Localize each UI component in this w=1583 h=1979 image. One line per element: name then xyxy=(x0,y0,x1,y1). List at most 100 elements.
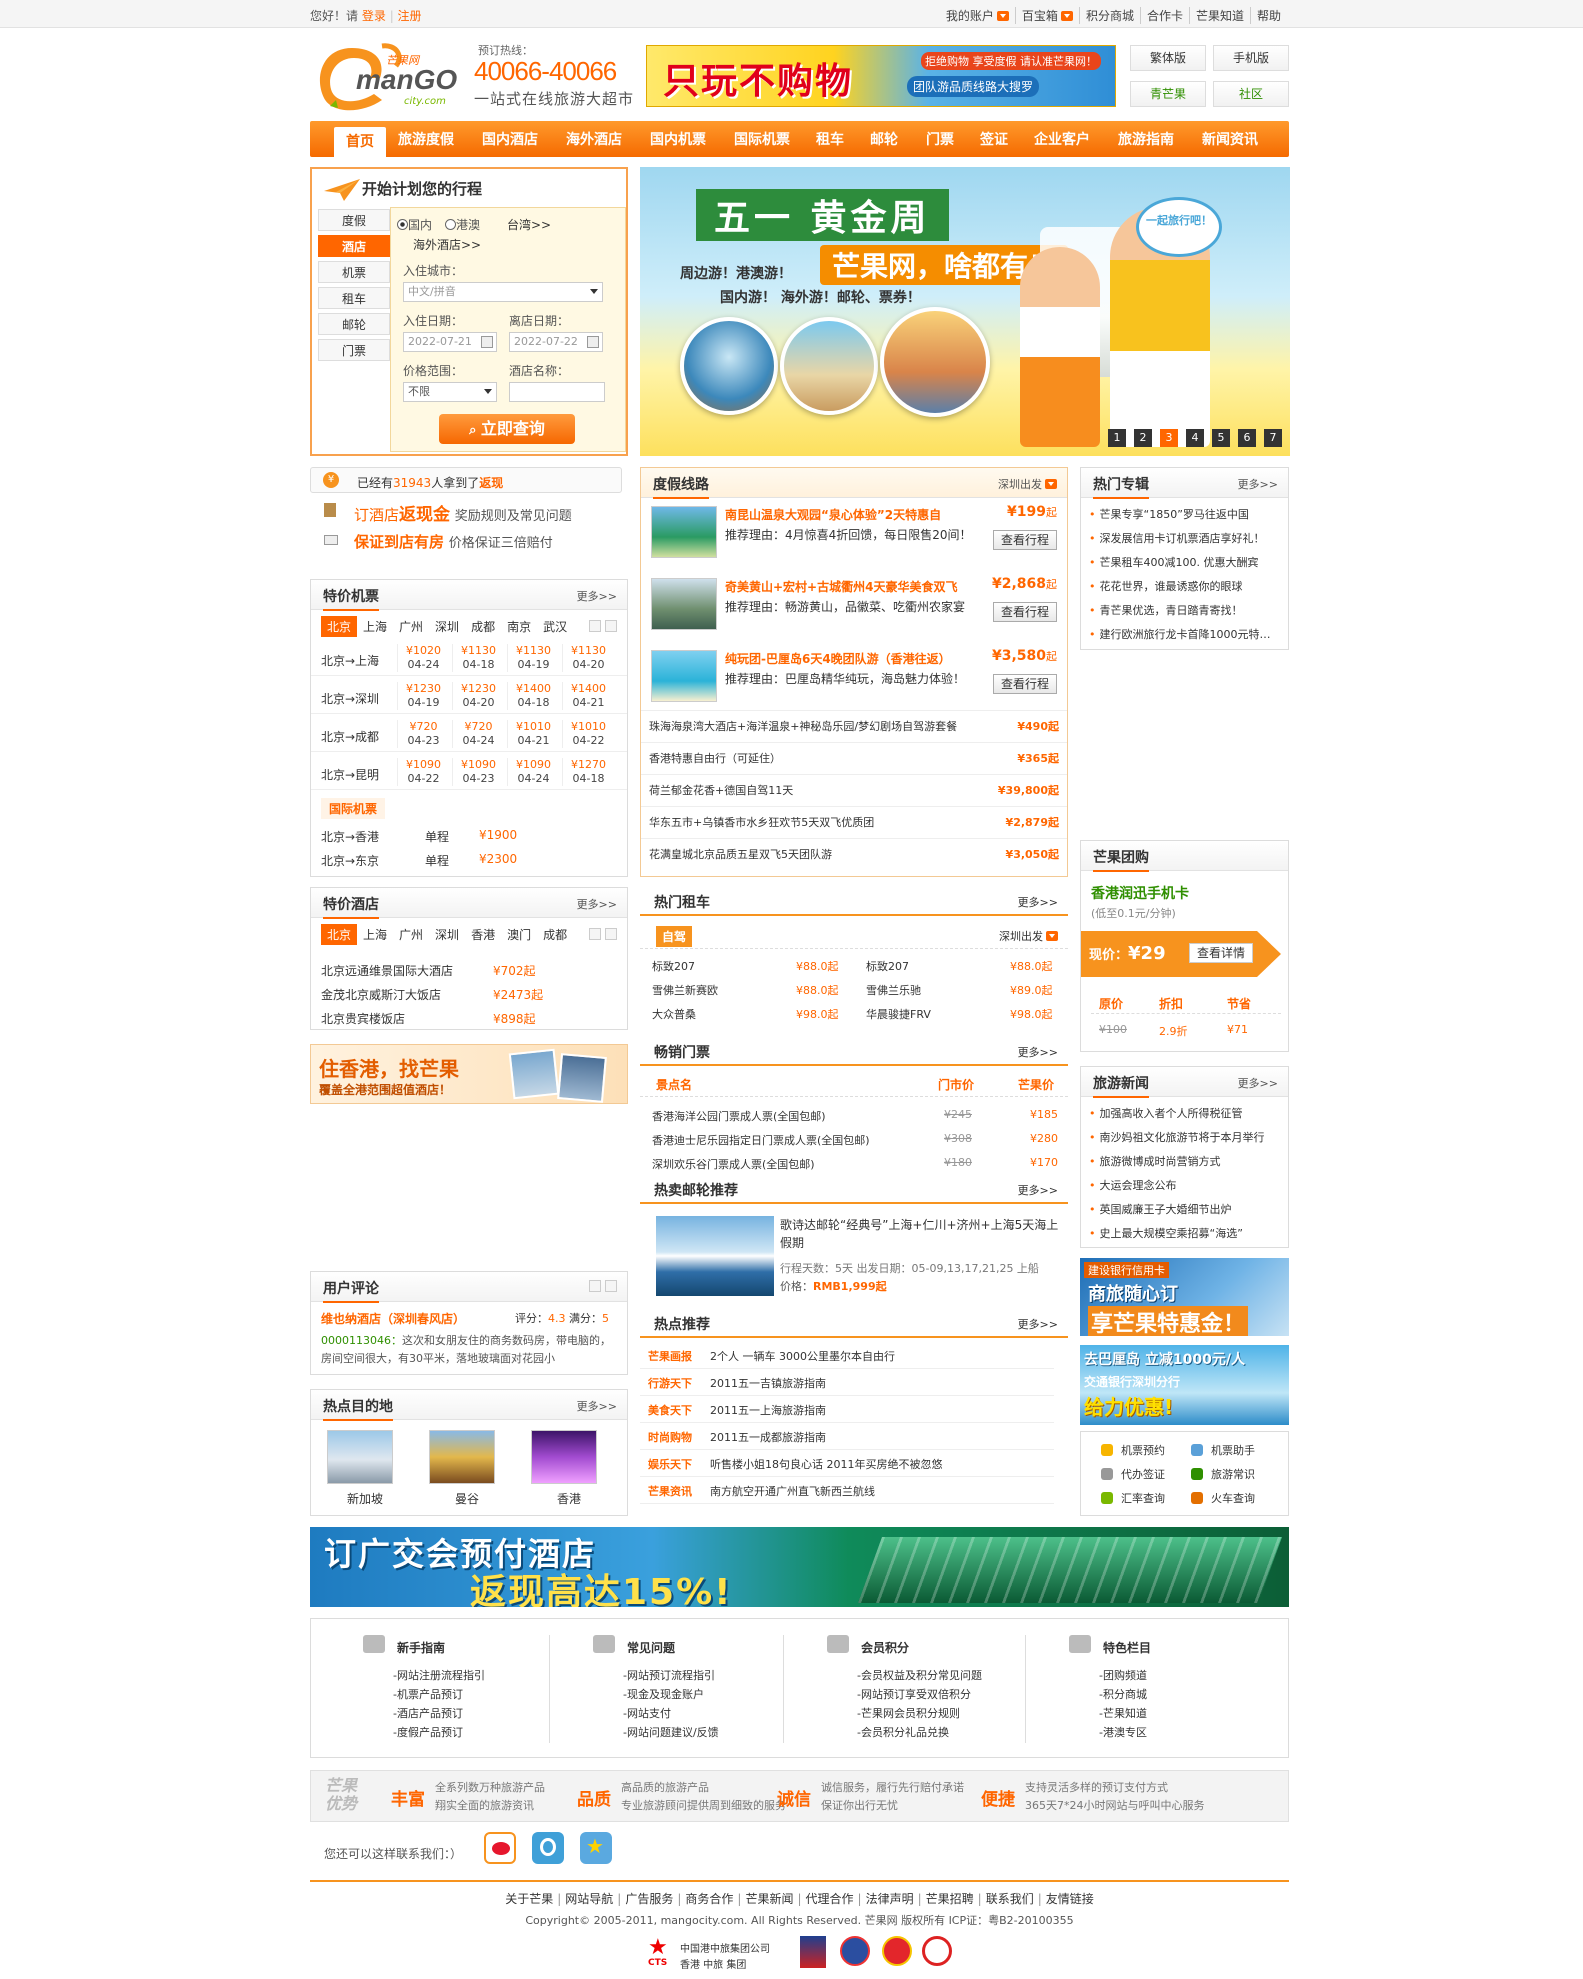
prev-arrow-icon[interactable] xyxy=(589,1280,601,1292)
city-tab[interactable]: 深圳 xyxy=(429,616,465,637)
nav-domestic-hotel[interactable]: 国内酒店 xyxy=(482,121,538,157)
flight-fare[interactable]: ¥1270 04-18 xyxy=(562,758,614,786)
tool-link[interactable]: 旅游常识 xyxy=(1211,1466,1255,1482)
green-mango-button[interactable]: 青芒果 xyxy=(1130,81,1206,107)
news-item[interactable]: 南方航空开通广州直飞新西兰航线 xyxy=(710,1483,875,1499)
hero-banner[interactable]: 五一 黄金周 芒果网，啥都有！ 周边游！港澳游！ 国内游！ 海外游！邮轮、票券！… xyxy=(640,167,1290,456)
city-tab[interactable]: 深圳 xyxy=(429,924,465,945)
travel-news-item[interactable]: 英国威廉王子大婚细节出炉 xyxy=(1089,1201,1232,1217)
group-buy-product[interactable]: 香港润迅手机卡 xyxy=(1091,883,1189,903)
footer-link[interactable]: 关于芒果 xyxy=(505,1892,553,1906)
banner-page-2[interactable]: 2 xyxy=(1134,429,1152,447)
route-photo[interactable] xyxy=(651,650,717,702)
destination-label[interactable]: 新加坡 xyxy=(347,1490,383,1507)
hotel-row[interactable]: 金茂北京威斯汀大饭店 ¥2473起 xyxy=(321,986,543,1003)
flight-fare[interactable]: ¥1230 04-20 xyxy=(452,682,504,710)
travel-news-item[interactable]: 大运会理念公布 xyxy=(1089,1177,1177,1193)
special-item[interactable]: 芒果租车400减100. 优惠大酬宾 xyxy=(1089,554,1285,570)
news-tag[interactable]: 芒果画报 xyxy=(648,1348,692,1364)
travel-news-item[interactable]: 旅游微博成时尚营销方式 xyxy=(1089,1153,1221,1169)
taiwan-link[interactable]: 台湾>> xyxy=(507,216,551,233)
more-link[interactable]: 更多>> xyxy=(577,588,617,604)
flight-fare[interactable]: ¥1020 04-24 xyxy=(397,644,449,672)
help-link[interactable]: -网站预订流程指引 xyxy=(623,1667,715,1683)
site-logo[interactable]: 芒果网 manGO city.com xyxy=(312,38,462,116)
car-model[interactable]: 雪佛兰乐驰 xyxy=(866,982,921,998)
nav-visa[interactable]: 签证 xyxy=(980,121,1008,157)
checkin-date-input[interactable]: 2022-07-21 xyxy=(403,332,497,352)
special-item[interactable]: 建行欧洲旅行龙卡首降1000元特… xyxy=(1089,626,1285,642)
bali-discount-ad[interactable]: 去巴厘岛 立减1000元/人 交通银行深圳分行 给力优惠! xyxy=(1080,1345,1289,1425)
partner-card-link[interactable]: 合作卡 xyxy=(1139,7,1189,24)
city-tab[interactable]: 澳门 xyxy=(501,924,537,945)
flight-fare[interactable]: ¥1400 04-18 xyxy=(507,682,559,710)
search-submit-button[interactable]: ⌕ 立即查询 xyxy=(439,414,575,444)
city-tab[interactable]: 广州 xyxy=(393,924,429,945)
help-link[interactable]: -网站注册流程指引 xyxy=(393,1667,485,1683)
city-tab[interactable]: 武汉 xyxy=(537,616,573,637)
flight-fare[interactable]: ¥1130 04-19 xyxy=(507,644,559,672)
help-link[interactable]: -酒店产品预订 xyxy=(393,1705,463,1721)
community-button[interactable]: 社区 xyxy=(1213,81,1289,107)
city-tab[interactable]: 成都 xyxy=(537,924,573,945)
nav-intl-flight[interactable]: 国际机票 xyxy=(734,121,790,157)
view-itinerary-button[interactable]: 查看行程 xyxy=(993,674,1057,694)
footer-link[interactable]: 芒果新闻 xyxy=(745,1892,793,1906)
footer-link[interactable]: 网站导航 xyxy=(565,1892,613,1906)
cashback-rules-link[interactable]: 订酒店返现金 奖励规则及常见问题 xyxy=(354,500,572,525)
more-link[interactable]: 更多>> xyxy=(1018,894,1058,910)
special-item[interactable]: 深发展信用卡订机票酒店享好礼！ xyxy=(1089,530,1285,546)
footer-link[interactable]: 法律声明 xyxy=(866,1892,914,1906)
canton-fair-hotel-ad[interactable]: 订广交会预付酒店 返现高达15%! xyxy=(310,1527,1289,1607)
prev-arrow-icon[interactable] xyxy=(589,928,601,940)
nav-news[interactable]: 新闻资讯 xyxy=(1202,121,1258,157)
mango-know-link[interactable]: 芒果知道 xyxy=(1188,7,1250,24)
help-link[interactable]: 帮助 xyxy=(1249,7,1287,24)
search-tab-cruise[interactable]: 邮轮 xyxy=(318,313,390,335)
hongkong-photo[interactable] xyxy=(531,1430,597,1484)
flight-fare[interactable]: ¥1010 04-21 xyxy=(507,720,559,748)
more-link[interactable]: 更多>> xyxy=(577,1398,617,1414)
bangkok-photo[interactable] xyxy=(429,1430,495,1484)
footer-link[interactable]: 友情链接 xyxy=(1046,1892,1094,1906)
my-account-link[interactable]: 我的账户 xyxy=(940,7,1015,24)
review-hotel-name[interactable]: 维也纳酒店（深圳春风店） xyxy=(321,1310,465,1327)
hotel-name-input[interactable] xyxy=(509,382,605,402)
banner-page-5[interactable]: 5 xyxy=(1212,429,1230,447)
next-arrow-icon[interactable] xyxy=(605,1280,617,1292)
special-item[interactable]: 芒果专享“1850”罗马往返中国 xyxy=(1089,506,1285,522)
singapore-photo[interactable] xyxy=(327,1430,393,1484)
car-model[interactable]: 华晨骏捷FRV xyxy=(866,1006,931,1022)
nav-overseas-hotel[interactable]: 海外酒店 xyxy=(566,121,622,157)
destination-label[interactable]: 曼谷 xyxy=(455,1490,479,1507)
login-link[interactable]: 登录 xyxy=(362,9,386,23)
news-item[interactable]: 2011五一成都旅游指南 xyxy=(710,1429,826,1445)
register-link[interactable]: 注册 xyxy=(398,9,422,23)
help-link[interactable]: -度假产品预订 xyxy=(393,1724,463,1740)
news-tag[interactable]: 美食天下 xyxy=(648,1402,692,1418)
route-photo[interactable] xyxy=(651,578,717,630)
help-link[interactable]: -网站支付 xyxy=(623,1705,671,1721)
more-link[interactable]: 更多>> xyxy=(577,896,617,912)
car-model[interactable]: 标致207 xyxy=(866,958,909,974)
city-tab[interactable]: 上海 xyxy=(357,924,393,945)
more-link[interactable]: 更多>> xyxy=(1018,1044,1058,1060)
search-tab-ticket[interactable]: 门票 xyxy=(318,339,390,361)
cruise-ship-photo[interactable] xyxy=(656,1216,774,1296)
more-link[interactable]: 更多>> xyxy=(1018,1182,1058,1198)
search-tab-flight[interactable]: 机票 xyxy=(318,261,390,283)
help-link[interactable]: -会员积分礼品兑换 xyxy=(857,1724,949,1740)
hotel-row[interactable]: 北京贵宾楼饭店 ¥898起 xyxy=(321,1010,536,1027)
toolbox-link[interactable]: 百宝箱 xyxy=(1014,7,1079,24)
next-arrow-icon[interactable] xyxy=(605,620,617,632)
city-tab[interactable]: 北京 xyxy=(321,616,358,637)
ticket-name[interactable]: 香港迪士尼乐园指定日门票成人票(全国包邮) xyxy=(652,1132,870,1148)
ccb-card-ad[interactable]: 建设银行信用卡 商旅随心订 享芒果特惠金！ xyxy=(1080,1258,1289,1336)
route-title[interactable]: 纯玩团-巴厘岛6天4晚团队游（香港往返） xyxy=(725,650,973,667)
city-input[interactable]: 中文/拼音 xyxy=(403,282,603,302)
radio-hk-macau[interactable]: 港澳 xyxy=(445,216,480,233)
self-drive-tab[interactable]: 自驾 xyxy=(656,926,693,947)
city-tab[interactable]: 北京 xyxy=(321,924,358,945)
tool-link[interactable]: 代办签证 xyxy=(1121,1466,1165,1482)
banner-page-3[interactable]: 3 xyxy=(1160,429,1178,447)
